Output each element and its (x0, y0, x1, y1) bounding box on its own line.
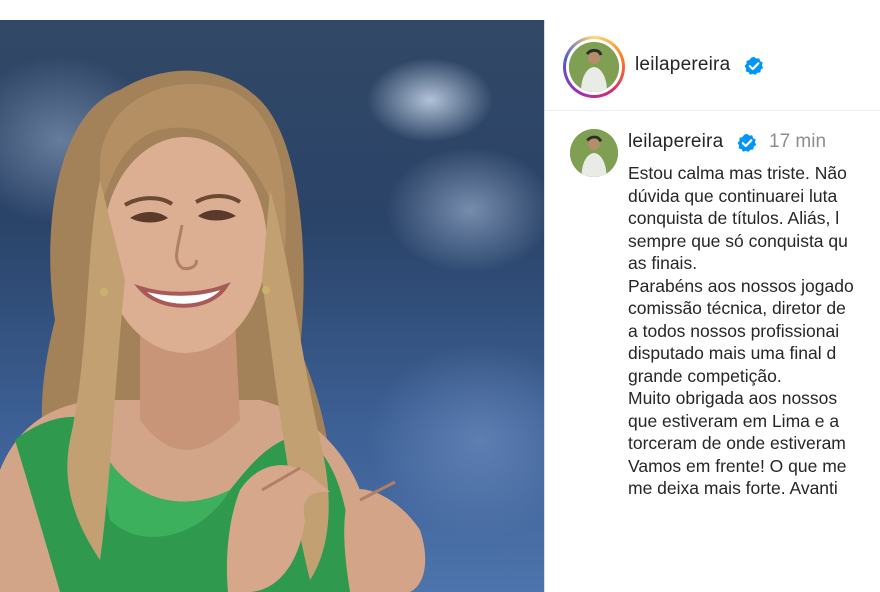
avatar-header (569, 42, 619, 92)
story-ring-avatar[interactable] (563, 36, 625, 98)
post-timestamp[interactable]: 17 min (769, 131, 826, 153)
caption-line: dúvida que continuarei luta (628, 185, 838, 206)
post-photo-illustration (0, 70, 426, 592)
caption-line: sempre que só conquista qu (628, 230, 848, 251)
header-divider (545, 110, 880, 111)
avatar-figure-icon (570, 129, 618, 177)
caption-line: Parabéns aos nossos jogado (628, 275, 854, 296)
caption-line: me deixa mais forte. Avanti (628, 478, 838, 498)
post-image[interactable] (0, 20, 544, 592)
verified-badge-icon (737, 133, 757, 152)
caption-line: que estiveram em Lima e a (628, 410, 840, 431)
caption-line: comissão técnica, diretor de (628, 298, 846, 318)
caption-line: as finais. (628, 253, 698, 273)
caption-line: torceram de onde estiveram (628, 433, 846, 453)
post-caption: Estou calma mas triste. Não dúvida que c… (628, 162, 880, 500)
caption-line: disputado mais uma final d (628, 343, 837, 363)
panel-divider (544, 20, 545, 592)
avatar-figure-icon (569, 42, 619, 92)
top-margin (0, 0, 880, 20)
header-username[interactable]: leilapereira (635, 54, 730, 76)
caption-line: conquista de títulos. Aliás, l (628, 208, 840, 228)
caption-username[interactable]: leilapereira (628, 131, 723, 153)
caption-line: Estou calma mas triste. Não (628, 163, 847, 183)
caption-line: a todos nossos profissionai (628, 320, 840, 341)
caption-line: grande competição. (628, 365, 782, 386)
avatar-comment[interactable] (570, 129, 618, 177)
verified-badge-icon (744, 56, 764, 75)
caption-line: Vamos em frente! O que me (628, 455, 847, 476)
caption-line: Muito obrigada aos nossos (628, 388, 838, 408)
